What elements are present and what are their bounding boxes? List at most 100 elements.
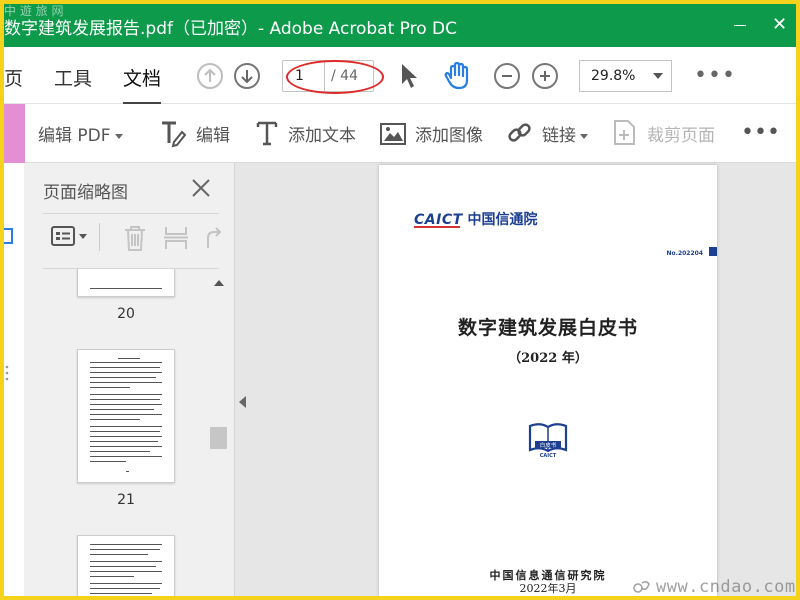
logo-underline — [414, 226, 460, 228]
thumbnail-options-button[interactable] — [50, 224, 90, 252]
text-line — [90, 431, 160, 432]
text-line — [90, 414, 162, 415]
text-line — [90, 404, 162, 405]
text-line — [90, 583, 162, 584]
page-thumbnail[interactable] — [77, 349, 175, 483]
page-number-input[interactable] — [283, 61, 325, 91]
watermark-logo-icon — [633, 580, 650, 593]
text-line — [90, 367, 160, 368]
hand-tool-button[interactable] — [442, 60, 474, 96]
split-page-icon — [164, 227, 188, 249]
text-line — [90, 399, 160, 400]
rotate-icon — [207, 227, 222, 248]
close-panel-button[interactable] — [190, 177, 212, 203]
document-viewer: CAICT 中国信通院 No.202204 数字建筑发展白皮书 （2022 年）… — [235, 163, 796, 596]
next-page-button[interactable] — [234, 63, 260, 89]
add-text-button[interactable]: 添加文本 — [288, 121, 356, 146]
text-icon — [255, 118, 279, 152]
extract-page-button[interactable] — [163, 224, 189, 256]
text-line — [90, 554, 148, 555]
text-line — [90, 561, 162, 562]
list-options-icon — [51, 226, 87, 246]
link-menu[interactable]: 链接 — [542, 121, 588, 146]
corner-marker — [709, 247, 717, 256]
zoom-select[interactable]: 29.8% — [579, 60, 672, 92]
scroll-up-icon[interactable] — [214, 280, 224, 286]
text-line — [90, 588, 160, 589]
text-line — [90, 593, 152, 594]
rotate-page-button[interactable] — [202, 224, 224, 256]
divider — [43, 213, 219, 214]
add-image-button[interactable]: 添加图像 — [415, 121, 483, 146]
text-line — [90, 409, 154, 410]
zoom-in-button[interactable] — [532, 63, 558, 89]
arrow-down-icon — [241, 70, 253, 84]
delete-page-button[interactable] — [122, 224, 148, 256]
text-line — [90, 387, 130, 388]
edit-icon — [158, 118, 188, 152]
page-number-label: 20 — [117, 306, 135, 322]
more-edit-tools-button[interactable]: ••• — [741, 120, 780, 145]
scrollbar-thumb[interactable] — [210, 427, 227, 449]
document-year: （2022 年） — [508, 351, 588, 366]
edit-button[interactable]: 编辑 — [196, 121, 230, 146]
grip-icon[interactable] — [4, 363, 12, 387]
close-icon — [192, 179, 210, 197]
zoom-out-button[interactable] — [494, 63, 520, 89]
tab-document[interactable]: 文档 — [123, 64, 162, 105]
thumbnail-scrollbar[interactable] — [210, 277, 227, 596]
whitepaper-emblem-icon: 白皮书 CAICT — [528, 423, 568, 459]
emblem-sub: CAICT — [540, 453, 557, 459]
chevron-down-icon — [653, 73, 663, 79]
tab-tools[interactable]: 工具 — [54, 64, 92, 91]
close-window-button[interactable]: ✕ — [772, 14, 796, 36]
link-icon — [506, 118, 534, 152]
minimize-button[interactable] — [734, 25, 746, 26]
edit-tool-indicator — [4, 104, 25, 163]
page-thumbnail[interactable] — [77, 269, 175, 297]
thumbnails-panel: 页面缩略图 20 21 — [24, 163, 235, 596]
image-icon — [380, 123, 406, 149]
edit-pdf-menu[interactable]: 编辑 PDF — [38, 121, 123, 146]
more-tools-button[interactable]: ••• — [694, 63, 736, 88]
panel-title: 页面缩略图 — [43, 183, 128, 203]
text-line — [90, 544, 162, 545]
page-thumbnail[interactable] — [77, 535, 175, 596]
text-line — [90, 576, 134, 577]
text-line — [90, 362, 162, 363]
page-thumbnails-icon[interactable] — [4, 227, 14, 247]
text-line — [90, 566, 156, 567]
text-line — [90, 426, 162, 427]
text-line — [90, 436, 162, 437]
text-line — [90, 441, 158, 442]
link-label: 链接 — [542, 126, 576, 146]
text-line — [90, 394, 162, 395]
text-line — [90, 571, 162, 572]
text-line — [90, 419, 140, 420]
trash-icon — [125, 226, 145, 251]
text-line — [90, 377, 156, 378]
logo-cn-text: 中国信通院 — [467, 212, 538, 228]
app-window: 中 遊 旅 网 数字建筑发展报告.pdf（已加密）- Adobe Acrobat… — [4, 4, 796, 596]
hand-icon — [444, 61, 469, 90]
thumbnail-list: 20 21 — [24, 269, 209, 596]
text-line — [90, 382, 162, 383]
left-rail — [4, 163, 24, 596]
plus-icon — [540, 71, 550, 81]
select-tool-button[interactable] — [398, 62, 420, 94]
text-line — [90, 451, 150, 452]
crop-pages-button[interactable]: 裁剪页面 — [647, 121, 715, 146]
text-line — [90, 456, 162, 457]
edit-toolbar: 编辑 PDF 编辑 添加文本 添加图像 链接 裁剪页面 ••• — [4, 104, 796, 163]
previous-page-button[interactable] — [197, 63, 223, 89]
document-title: 数字建筑发展白皮书 — [457, 317, 638, 339]
text-line — [118, 358, 140, 359]
caret-down-icon — [114, 133, 123, 139]
text-line — [90, 446, 162, 447]
tab-home[interactable]: 页 — [4, 64, 23, 91]
collapse-panel-icon[interactable] — [239, 396, 246, 408]
emblem-label: 白皮书 — [540, 441, 557, 449]
text-line — [90, 549, 160, 550]
site-watermark: www.cndao.com — [656, 577, 796, 596]
text-line — [126, 471, 129, 472]
